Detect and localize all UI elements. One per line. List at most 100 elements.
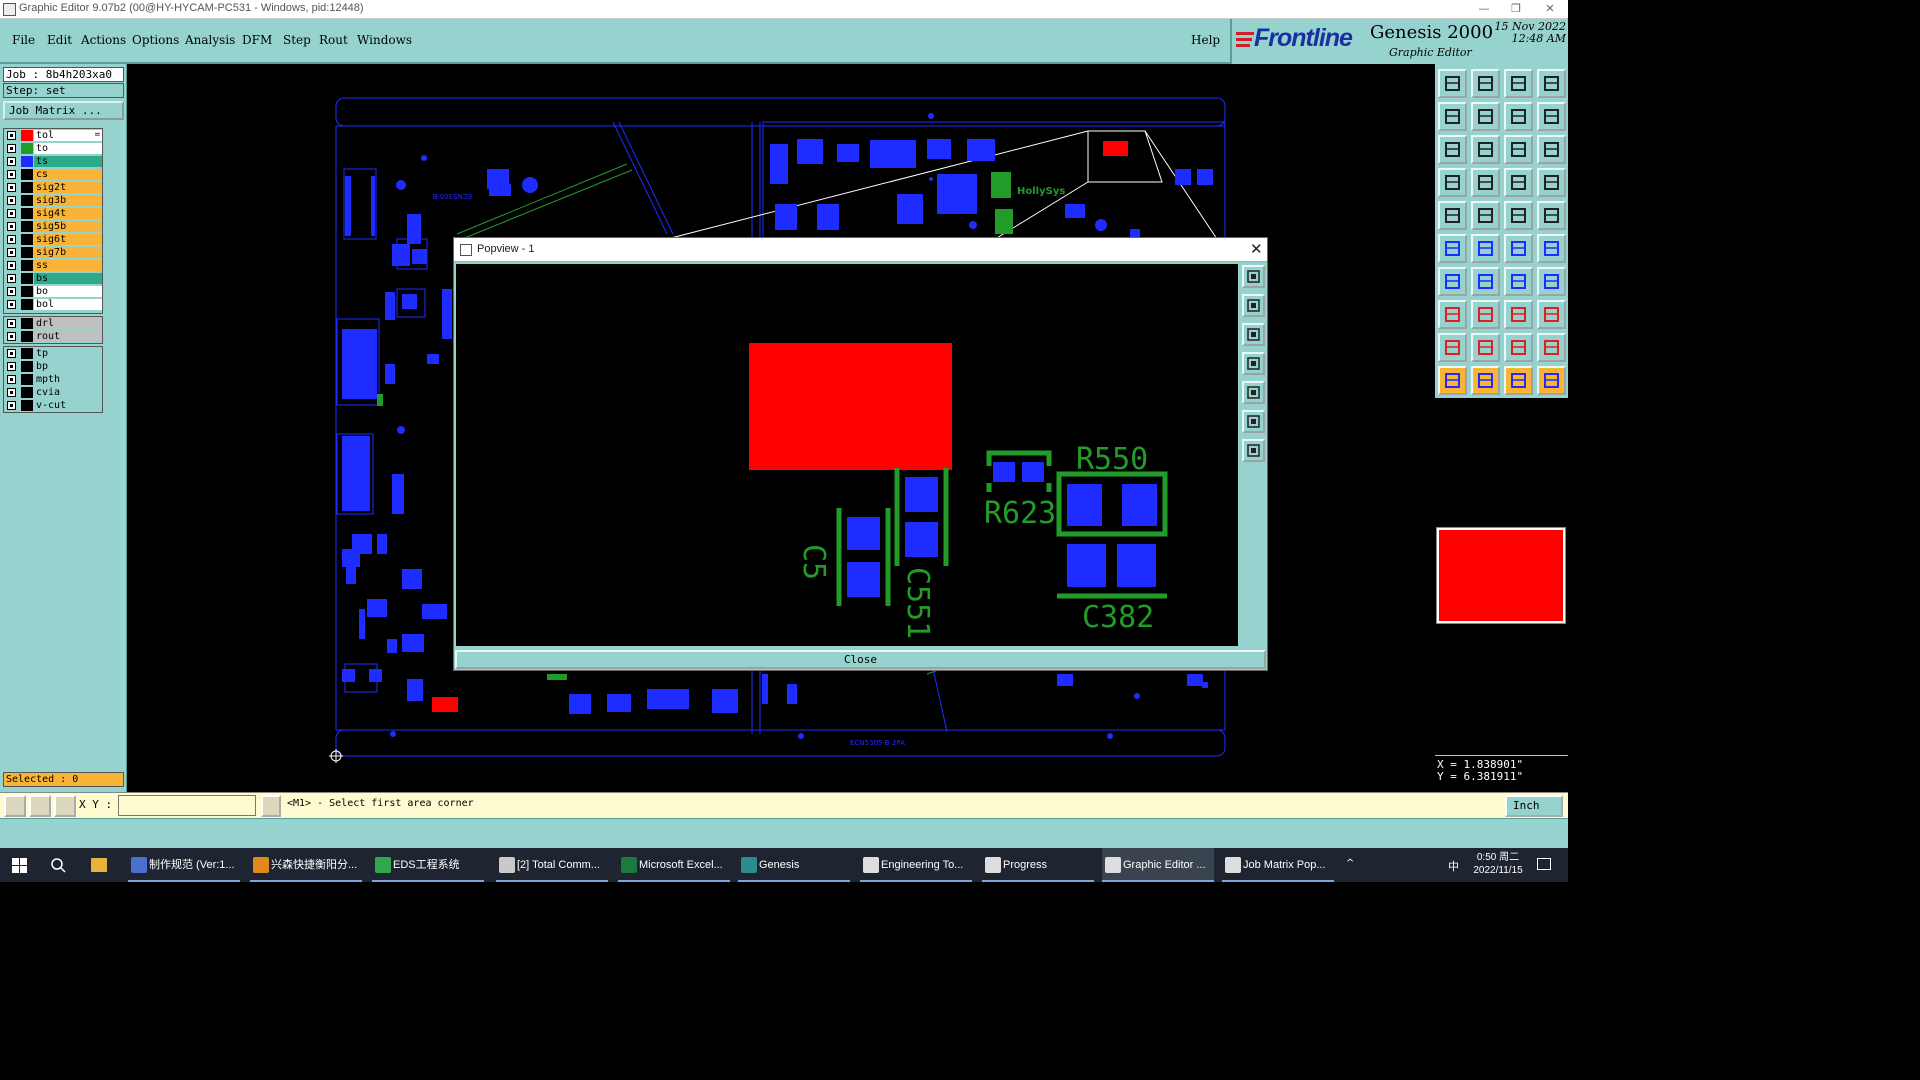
window-top-icon[interactable] xyxy=(1438,69,1467,98)
select-multi-icon[interactable] xyxy=(1537,366,1566,395)
layer-name[interactable]: sig7b xyxy=(34,247,102,258)
layer-checkbox[interactable] xyxy=(7,287,16,296)
menu-step[interactable]: Step xyxy=(283,33,311,47)
step-repeat-icon[interactable] xyxy=(1504,168,1533,197)
layer-row-ts[interactable]: ts xyxy=(4,155,102,168)
layer-color-swatch[interactable] xyxy=(21,299,33,310)
layer-row-rout[interactable]: rout xyxy=(4,330,102,343)
layer-name[interactable]: sig4t xyxy=(34,208,102,219)
layer-checkbox[interactable] xyxy=(7,170,16,179)
pop-copy-icon[interactable] xyxy=(1242,265,1265,288)
layer-color-swatch[interactable] xyxy=(21,182,33,193)
layer-name[interactable]: v-cut xyxy=(34,400,102,411)
delete-icon[interactable] xyxy=(1471,234,1500,263)
window-left-icon[interactable] xyxy=(1438,102,1467,131)
layer-row-sig4t[interactable]: sig4t xyxy=(4,207,102,220)
layer-checkbox[interactable] xyxy=(7,209,16,218)
menu-dfm[interactable]: DFM xyxy=(242,33,272,47)
layer-color-swatch[interactable] xyxy=(21,400,33,411)
snap-icon[interactable] xyxy=(1537,267,1566,296)
layer-hide-icon[interactable] xyxy=(1438,168,1467,197)
layer-checkbox[interactable] xyxy=(7,261,16,270)
grid-mode-icon[interactable] xyxy=(54,795,76,817)
layer-color-swatch[interactable] xyxy=(21,130,33,141)
layer-name[interactable]: ss xyxy=(34,260,102,271)
window-bottom-icon[interactable] xyxy=(1471,69,1500,98)
ruler-icon[interactable] xyxy=(1504,201,1533,230)
add-feature-icon[interactable] xyxy=(1438,201,1467,230)
layer-name[interactable]: bs xyxy=(34,273,102,284)
select-region-icon[interactable] xyxy=(1471,366,1500,395)
layer-name[interactable]: drl xyxy=(34,318,102,329)
layer-color-swatch[interactable] xyxy=(21,361,33,372)
layer-color-swatch[interactable] xyxy=(21,260,33,271)
triangle-icon[interactable] xyxy=(1504,333,1533,362)
layer-color-swatch[interactable] xyxy=(21,169,33,180)
menu-rout[interactable]: Rout xyxy=(319,33,348,47)
taskbar-app[interactable]: Graphic Editor ... xyxy=(1102,848,1214,882)
menu-analysis[interactable]: Analysis xyxy=(185,33,235,47)
layer-color-swatch[interactable] xyxy=(21,286,33,297)
layer-row-v-cut[interactable]: v-cut xyxy=(4,399,102,412)
job-matrix-button[interactable]: Job Matrix ... xyxy=(3,101,124,120)
search-icon[interactable] xyxy=(51,858,66,873)
layer-color-swatch[interactable] xyxy=(21,348,33,359)
layer-color-swatch[interactable] xyxy=(21,247,33,258)
layer-row-mpth[interactable]: mpth xyxy=(4,373,102,386)
layer-name[interactable]: bo xyxy=(34,286,102,297)
window-right-icon[interactable] xyxy=(1471,102,1500,131)
copy-icon[interactable] xyxy=(1537,300,1566,329)
layer-row-cs[interactable]: cs xyxy=(4,168,102,181)
layer-row-bol[interactable]: bol xyxy=(4,298,102,311)
layer-name[interactable]: cvia xyxy=(34,387,102,398)
taskbar-app[interactable]: Microsoft Excel... xyxy=(618,848,730,882)
layer-row-sig5b[interactable]: sig5b xyxy=(4,220,102,233)
clip-icon[interactable] xyxy=(1504,300,1533,329)
layer-name[interactable]: sig5b xyxy=(34,221,102,232)
fit-all-icon[interactable] xyxy=(1438,135,1467,164)
layer-color-swatch[interactable] xyxy=(21,143,33,154)
popview-close-button[interactable]: Close xyxy=(455,650,1266,669)
layer-checkbox[interactable] xyxy=(7,235,16,244)
layer-name[interactable]: to xyxy=(34,143,102,154)
pop-zoom-in-icon[interactable] xyxy=(1242,294,1265,317)
layer-name[interactable]: ts xyxy=(34,156,102,167)
layer-row-bp[interactable]: bp xyxy=(4,360,102,373)
layer-color-swatch[interactable] xyxy=(21,195,33,206)
layer-row-bo[interactable]: bo xyxy=(4,285,102,298)
layer-checkbox[interactable] xyxy=(7,319,16,328)
layer-color-swatch[interactable] xyxy=(21,273,33,284)
layer-checkbox[interactable] xyxy=(7,144,16,153)
layer-checkbox[interactable] xyxy=(7,300,16,309)
taskbar-app[interactable]: EDS工程系统 xyxy=(372,848,484,882)
layer-name[interactable]: sig3b xyxy=(34,195,102,206)
redo-view-icon[interactable] xyxy=(1537,102,1566,131)
popview-close-icon[interactable]: ✕ xyxy=(1250,240,1263,258)
tray-clock[interactable]: 0:50 周二 2022/11/15 xyxy=(1466,851,1530,877)
taskbar-app[interactable]: Job Matrix Pop... xyxy=(1222,848,1334,882)
layer-name[interactable]: mpth xyxy=(34,374,102,385)
layer-color-swatch[interactable] xyxy=(21,156,33,167)
layer-name[interactable]: bp xyxy=(34,361,102,372)
popview-canvas[interactable]: R550 R623 C5 C551 C382 xyxy=(456,264,1238,646)
center-icon[interactable] xyxy=(1471,135,1500,164)
layer-row-tp[interactable]: tp xyxy=(4,347,102,360)
taskbar-app[interactable]: 制作规范 (Ver:1... xyxy=(128,848,240,882)
draw-line-icon[interactable] xyxy=(1471,201,1500,230)
layer-checkbox[interactable] xyxy=(7,274,16,283)
undo-view-icon[interactable] xyxy=(1504,102,1533,131)
layer-row-cvia[interactable]: cvia xyxy=(4,386,102,399)
menu-windows[interactable]: Windows xyxy=(357,33,412,47)
pop-pan-right-icon[interactable] xyxy=(1242,381,1265,404)
taskbar-app[interactable]: 兴森快捷衡阳分... xyxy=(250,848,362,882)
close-window-button[interactable]: ✕ xyxy=(1534,0,1566,19)
connect-icon[interactable] xyxy=(1504,234,1533,263)
split-view-icon[interactable] xyxy=(1537,69,1566,98)
layer-row-drl[interactable]: drl xyxy=(4,317,102,330)
layer-row-sig7b[interactable]: sig7b xyxy=(4,246,102,259)
net-icon[interactable] xyxy=(1438,234,1467,263)
notification-icon[interactable] xyxy=(1537,858,1551,870)
taskbar-app[interactable]: [2] Total Comm... xyxy=(496,848,608,882)
layer-color-swatch[interactable] xyxy=(21,208,33,219)
layer-name[interactable]: sig6t xyxy=(34,234,102,245)
